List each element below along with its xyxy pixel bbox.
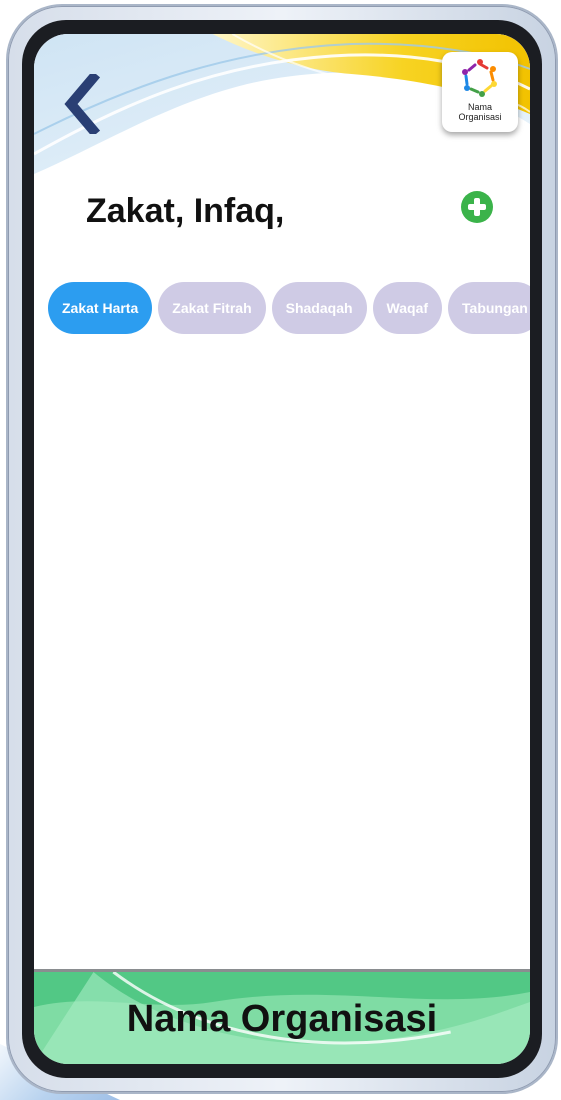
back-button[interactable] (56, 72, 110, 136)
logo-caption-line2: Organisasi (458, 112, 502, 122)
tab-zakat-fitrah[interactable]: Zakat Fitrah (158, 282, 266, 334)
organization-logo[interactable]: Nama Organisasi (442, 52, 518, 132)
phone-bezel: Nama Organisasi Zakat, Infaq, Zakat Hart… (22, 20, 542, 1078)
tab-tabungan[interactable]: Tabungan (448, 282, 530, 334)
footer-organization-name: Nama Organisasi (126, 998, 438, 1040)
tab-shadaqah[interactable]: Shadaqah (271, 282, 367, 334)
add-button[interactable] (460, 190, 494, 224)
app-screen: Nama Organisasi Zakat, Infaq, Zakat Hart… (34, 34, 530, 1064)
chevron-left-icon (64, 74, 101, 134)
logo-caption: Nama Organisasi (458, 102, 501, 122)
phone-frame: Nama Organisasi Zakat, Infaq, Zakat Hart… (6, 4, 558, 1094)
tab-waqaf[interactable]: Waqaf (372, 282, 443, 334)
logo-caption-line1: Nama (467, 102, 492, 112)
plus-circle-icon (461, 191, 493, 223)
category-tabs: Zakat Harta Zakat Fitrah Shadaqah Waqaf … (48, 282, 530, 334)
tab-zakat-harta[interactable]: Zakat Harta (48, 282, 153, 334)
people-circle-icon (462, 59, 497, 97)
page-title: Zakat, Infaq, (86, 192, 285, 230)
footer-banner: Nama Organisasi (34, 969, 530, 1064)
